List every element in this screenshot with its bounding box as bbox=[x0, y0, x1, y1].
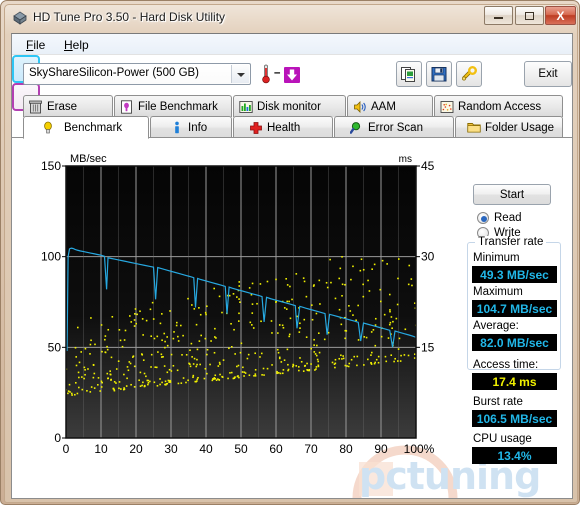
svg-text:0: 0 bbox=[54, 431, 61, 445]
burst-rate-value: 106.5 MB/sec bbox=[472, 410, 557, 427]
y-axis-unit-label: MB/sec bbox=[70, 153, 107, 165]
access-time-value: 17.4 ms bbox=[472, 373, 557, 390]
tab-label: Error Scan bbox=[368, 121, 423, 134]
minimum-value: 49.3 MB/sec bbox=[472, 266, 557, 283]
tab-benchmark[interactable]: Benchmark bbox=[23, 116, 149, 139]
cpu-usage-value: 13.4% bbox=[472, 447, 557, 464]
application-window: HD Tune Pro 3.50 - Hard Disk Utility X F… bbox=[0, 0, 580, 505]
svg-text:20: 20 bbox=[129, 442, 143, 456]
svg-text:50: 50 bbox=[234, 442, 248, 456]
svg-text:100: 100 bbox=[41, 250, 61, 264]
close-icon: X bbox=[556, 8, 565, 23]
svg-text:15: 15 bbox=[421, 340, 435, 354]
menu-file[interactable]: FFileile bbox=[20, 37, 51, 53]
svg-text:70: 70 bbox=[304, 442, 318, 456]
minimize-icon bbox=[485, 7, 512, 24]
tab-label: Erase bbox=[47, 100, 78, 113]
document-bulb-icon bbox=[119, 99, 134, 114]
tab-label: AAM bbox=[371, 100, 396, 113]
svg-text:90: 90 bbox=[374, 442, 388, 456]
tab-label: Folder Usage bbox=[485, 121, 555, 134]
svg-text:150: 150 bbox=[41, 159, 61, 173]
maximize-icon bbox=[516, 7, 543, 24]
window-title: HD Tune Pro 3.50 - Hard Disk Utility bbox=[33, 10, 226, 24]
svg-text:50: 50 bbox=[48, 340, 62, 354]
tab-row-bottom: Benchmark Info Health Error Scan Folder … bbox=[12, 116, 572, 139]
radio-read[interactable]: Read bbox=[477, 212, 522, 224]
maximize-button[interactable] bbox=[515, 6, 544, 25]
red-cross-icon bbox=[248, 120, 263, 135]
chart-svg: MB/sec ms 150 100 50 0 45 30 15 0 10 20 … bbox=[41, 153, 435, 456]
menu-help[interactable]: Help bbox=[58, 37, 95, 53]
hdd-icon bbox=[12, 10, 28, 26]
tab-health[interactable]: Health bbox=[233, 116, 333, 138]
average-label: Average: bbox=[473, 320, 519, 332]
toolbar: SkyShareSilicon-Power (500 GB) – °C bbox=[12, 55, 572, 111]
minimum-label: Minimum bbox=[473, 252, 520, 264]
menu-bar: FFileile Help bbox=[12, 34, 572, 55]
svg-text:10: 10 bbox=[94, 442, 108, 456]
benchmark-panel: pctuning MB/sec ms 150 100 50 0 45 30 15… bbox=[12, 138, 572, 498]
tab-label: Health bbox=[267, 121, 301, 134]
tab-label: Benchmark bbox=[64, 121, 123, 134]
svg-text:40: 40 bbox=[199, 442, 213, 456]
start-button[interactable]: Start bbox=[473, 184, 551, 205]
svg-text:80: 80 bbox=[339, 442, 353, 456]
tab-file-benchmark[interactable]: File Benchmark bbox=[114, 95, 232, 117]
window-inner-frame: HD Tune Pro 3.50 - Hard Disk Utility X F… bbox=[4, 4, 578, 503]
folder-icon bbox=[466, 120, 481, 135]
svg-text:100%: 100% bbox=[404, 442, 435, 456]
trash-icon bbox=[28, 99, 43, 114]
exit-button[interactable]: Exit bbox=[524, 61, 572, 87]
tab-random-access[interactable]: Random Access bbox=[434, 95, 563, 117]
magnifier-icon bbox=[349, 120, 364, 135]
radio-read-label: Read bbox=[494, 212, 522, 224]
svg-text:60: 60 bbox=[269, 442, 283, 456]
tab-info[interactable]: Info bbox=[150, 116, 232, 138]
close-button[interactable]: X bbox=[545, 6, 576, 25]
speaker-icon bbox=[352, 99, 367, 114]
benchmark-chart: MB/sec ms 150 100 50 0 45 30 15 0 10 20 … bbox=[26, 148, 446, 488]
tab-label: File Benchmark bbox=[138, 100, 218, 113]
transfer-rate-group-label: Transfer rate bbox=[475, 236, 547, 248]
svg-text:30: 30 bbox=[421, 250, 435, 264]
svg-text:45: 45 bbox=[421, 159, 435, 173]
maximum-label: Maximum bbox=[473, 286, 523, 298]
title-bar: HD Tune Pro 3.50 - Hard Disk Utility X bbox=[5, 5, 579, 32]
tab-label: Info bbox=[188, 121, 208, 134]
download-arrow-icon bbox=[12, 55, 572, 95]
minimize-button[interactable] bbox=[484, 6, 513, 25]
tab-row-top: Erase File Benchmark Disk monitor AAM Ra… bbox=[12, 95, 572, 117]
tab-folder-usage[interactable]: Folder Usage bbox=[455, 116, 563, 138]
access-time-label: Access time: bbox=[473, 359, 539, 371]
svg-text:0: 0 bbox=[63, 442, 70, 456]
client-area: FFileile Help SkyShareSilicon-Power (500… bbox=[11, 33, 573, 499]
tab-label: Random Access bbox=[458, 100, 542, 113]
x-axis-ticks: 0 10 20 30 40 50 60 70 80 90 100% bbox=[63, 442, 435, 456]
cpu-usage-label: CPU usage bbox=[473, 433, 532, 445]
burst-rate-label: Burst rate bbox=[473, 396, 523, 408]
tab-label: Disk monitor bbox=[257, 100, 321, 113]
info-icon bbox=[169, 120, 184, 135]
tab-disk-monitor[interactable]: Disk monitor bbox=[233, 95, 346, 117]
svg-text:30: 30 bbox=[164, 442, 178, 456]
bar-chart-icon bbox=[238, 99, 253, 114]
tab-aam[interactable]: AAM bbox=[347, 95, 433, 117]
maximum-value: 104.7 MB/sec bbox=[472, 300, 557, 317]
bulb-icon bbox=[40, 120, 55, 135]
dots-grid-icon bbox=[439, 99, 454, 114]
tab-error-scan[interactable]: Error Scan bbox=[334, 116, 454, 138]
y2-axis-ticks: 45 30 15 bbox=[421, 159, 435, 354]
tab-erase[interactable]: Erase bbox=[23, 95, 113, 117]
y2-axis-unit-label: ms bbox=[399, 154, 412, 165]
radio-read-indicator bbox=[477, 212, 489, 224]
y-axis-ticks: 150 100 50 0 bbox=[41, 159, 61, 445]
average-value: 82.0 MB/sec bbox=[472, 334, 557, 351]
tab-bar: Erase File Benchmark Disk monitor AAM Ra… bbox=[12, 95, 572, 139]
